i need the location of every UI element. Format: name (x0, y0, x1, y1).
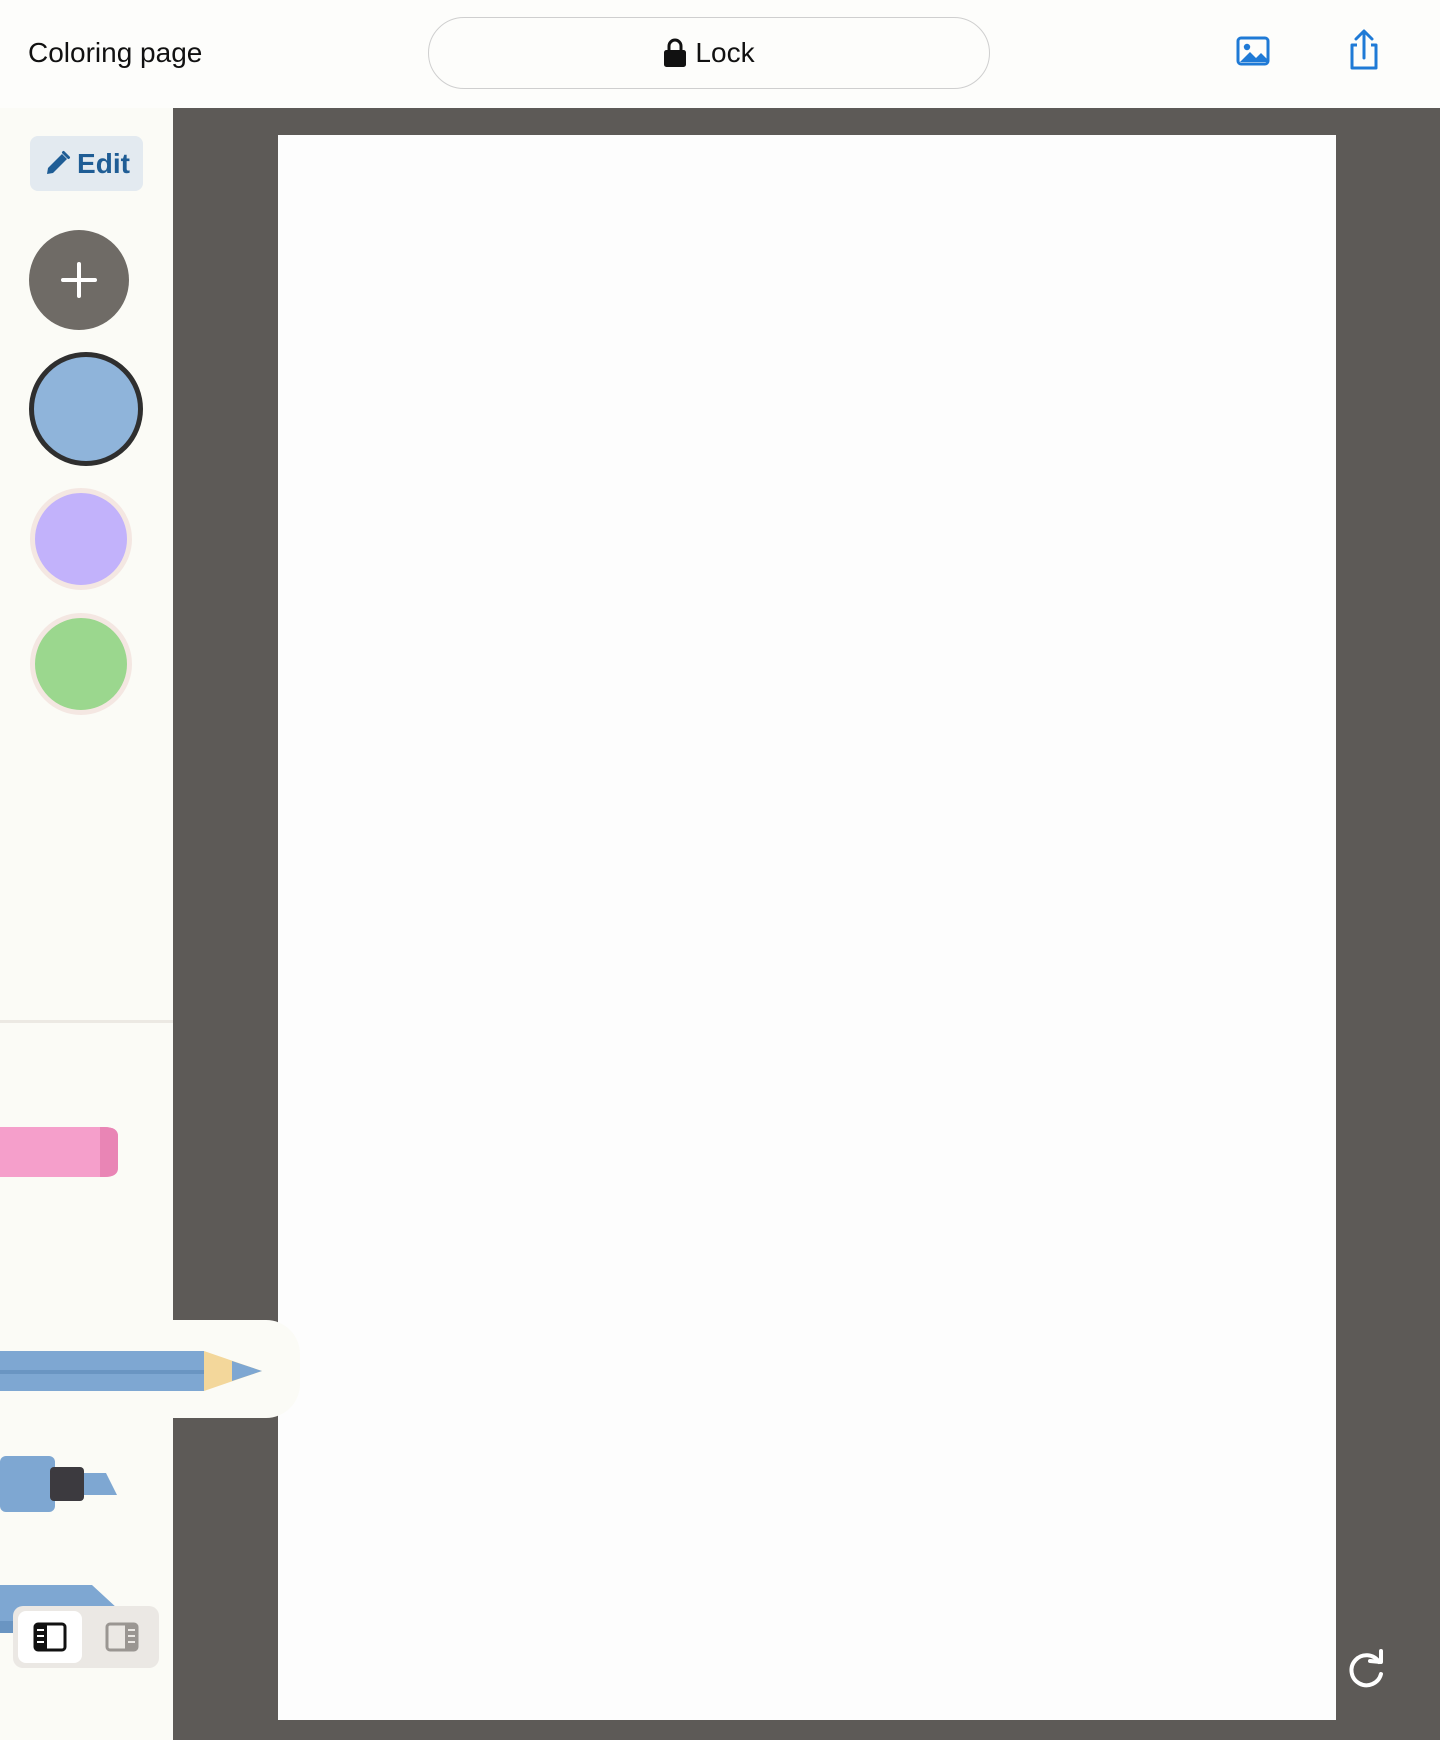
plus-icon (61, 262, 97, 298)
layout-sidebar-right[interactable] (90, 1611, 154, 1663)
share-upload-icon[interactable] (1344, 28, 1384, 72)
lock-label: Lock (695, 37, 755, 68)
layout-toggle (13, 1606, 159, 1668)
pencil-tool[interactable] (0, 1346, 270, 1396)
coloring-canvas[interactable] (278, 135, 1336, 1720)
tools-divider (0, 1020, 173, 1023)
image-icon[interactable] (1234, 30, 1274, 74)
lock-button[interactable]: Lock (428, 17, 990, 89)
page-title: Coloring page (28, 37, 203, 68)
sidebar-left-icon (33, 1622, 67, 1652)
color-swatch-green[interactable] (30, 613, 132, 715)
color-swatch-blue[interactable] (29, 352, 143, 466)
layout-sidebar-left[interactable] (18, 1611, 82, 1663)
tool-sidebar: Edit (0, 108, 300, 1740)
edit-button[interactable]: Edit (30, 136, 143, 191)
sidebar-right-icon (105, 1622, 139, 1652)
top-bar: Coloring page Lock (0, 0, 1440, 108)
add-color-button[interactable] (29, 230, 129, 330)
marker-tool[interactable] (0, 1453, 120, 1515)
color-swatch-purple[interactable] (30, 488, 132, 590)
eraser-tool[interactable] (0, 1124, 120, 1180)
pencil-icon (47, 150, 71, 174)
canvas-workspace (173, 108, 1440, 1740)
edit-label: Edit (77, 147, 130, 179)
redo-icon[interactable] (1343, 1648, 1389, 1694)
lock-icon (664, 38, 687, 67)
